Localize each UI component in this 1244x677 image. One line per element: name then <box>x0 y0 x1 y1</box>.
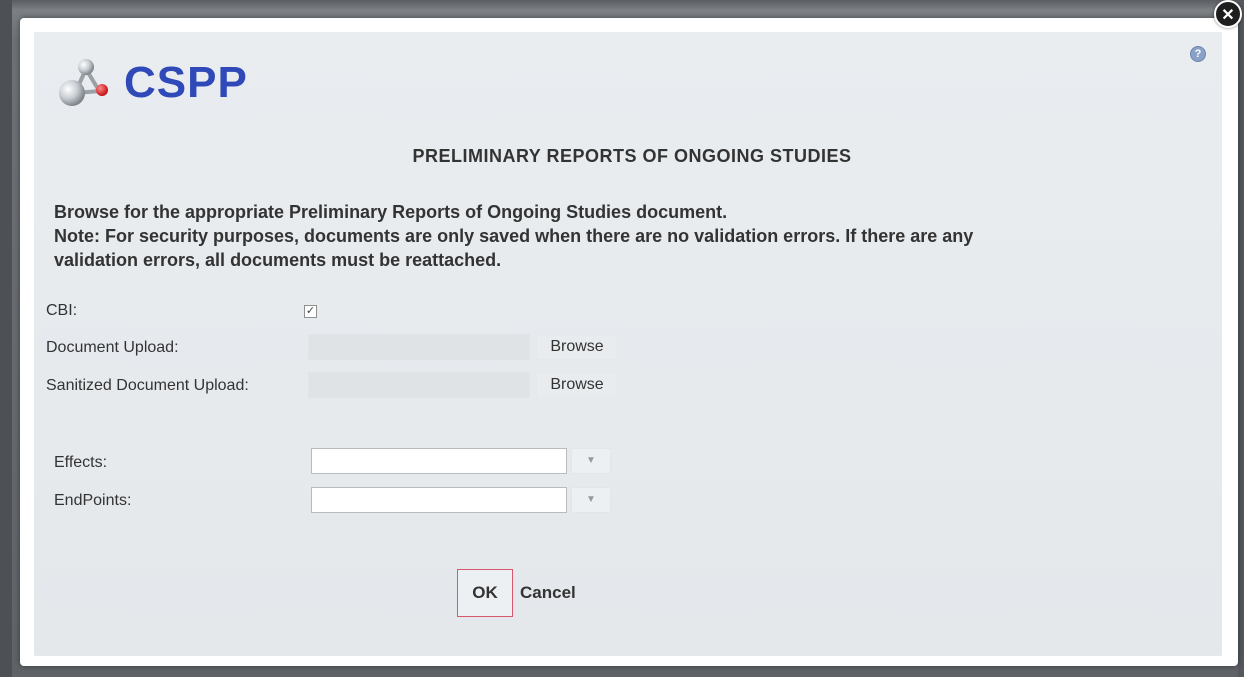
cspp-logo-text: CSPP <box>124 58 248 107</box>
document-browse-button[interactable]: Browse <box>536 334 618 360</box>
cancel-button[interactable]: Cancel <box>520 569 600 617</box>
dialog-body <box>34 32 1222 656</box>
sanitized-upload-field[interactable] <box>308 372 530 398</box>
sanitized-upload-label: Sanitized Document Upload: <box>46 377 249 394</box>
instruction-browse: Browse for the appropriate Preliminary R… <box>54 202 728 222</box>
dialog-window <box>20 18 1238 666</box>
backdrop-edge-left <box>0 0 12 677</box>
endpoints-label: EndPoints: <box>54 492 132 509</box>
effects-select[interactable] <box>311 448 567 474</box>
cbi-checkbox[interactable]: ✓ <box>304 305 317 318</box>
help-icon[interactable]: ? <box>1190 46 1206 62</box>
backdrop-edge-right <box>1238 0 1244 677</box>
sanitized-browse-button[interactable]: Browse <box>536 372 618 398</box>
ok-button[interactable]: OK <box>457 569 513 617</box>
effects-dropdown-icon[interactable]: ▼ <box>571 448 611 474</box>
endpoints-dropdown-icon[interactable]: ▼ <box>571 487 611 513</box>
instruction-note: Note: For security purposes, documents a… <box>54 226 974 270</box>
document-upload-field[interactable] <box>308 334 530 360</box>
cbi-label: CBI: <box>46 302 78 319</box>
document-upload-label: Document Upload: <box>46 339 179 356</box>
cspp-logo-icon <box>59 59 108 106</box>
endpoints-select[interactable] <box>311 487 567 513</box>
instructions: Browse for the appropriate Preliminary R… <box>54 200 1204 272</box>
effects-label: Effects: <box>54 454 108 471</box>
checkmark-icon: ✓ <box>305 305 316 317</box>
dialog-title: PRELIMINARY REPORTS OF ONGOING STUDIES <box>412 146 852 166</box>
close-icon[interactable]: ✕ <box>1214 0 1242 28</box>
